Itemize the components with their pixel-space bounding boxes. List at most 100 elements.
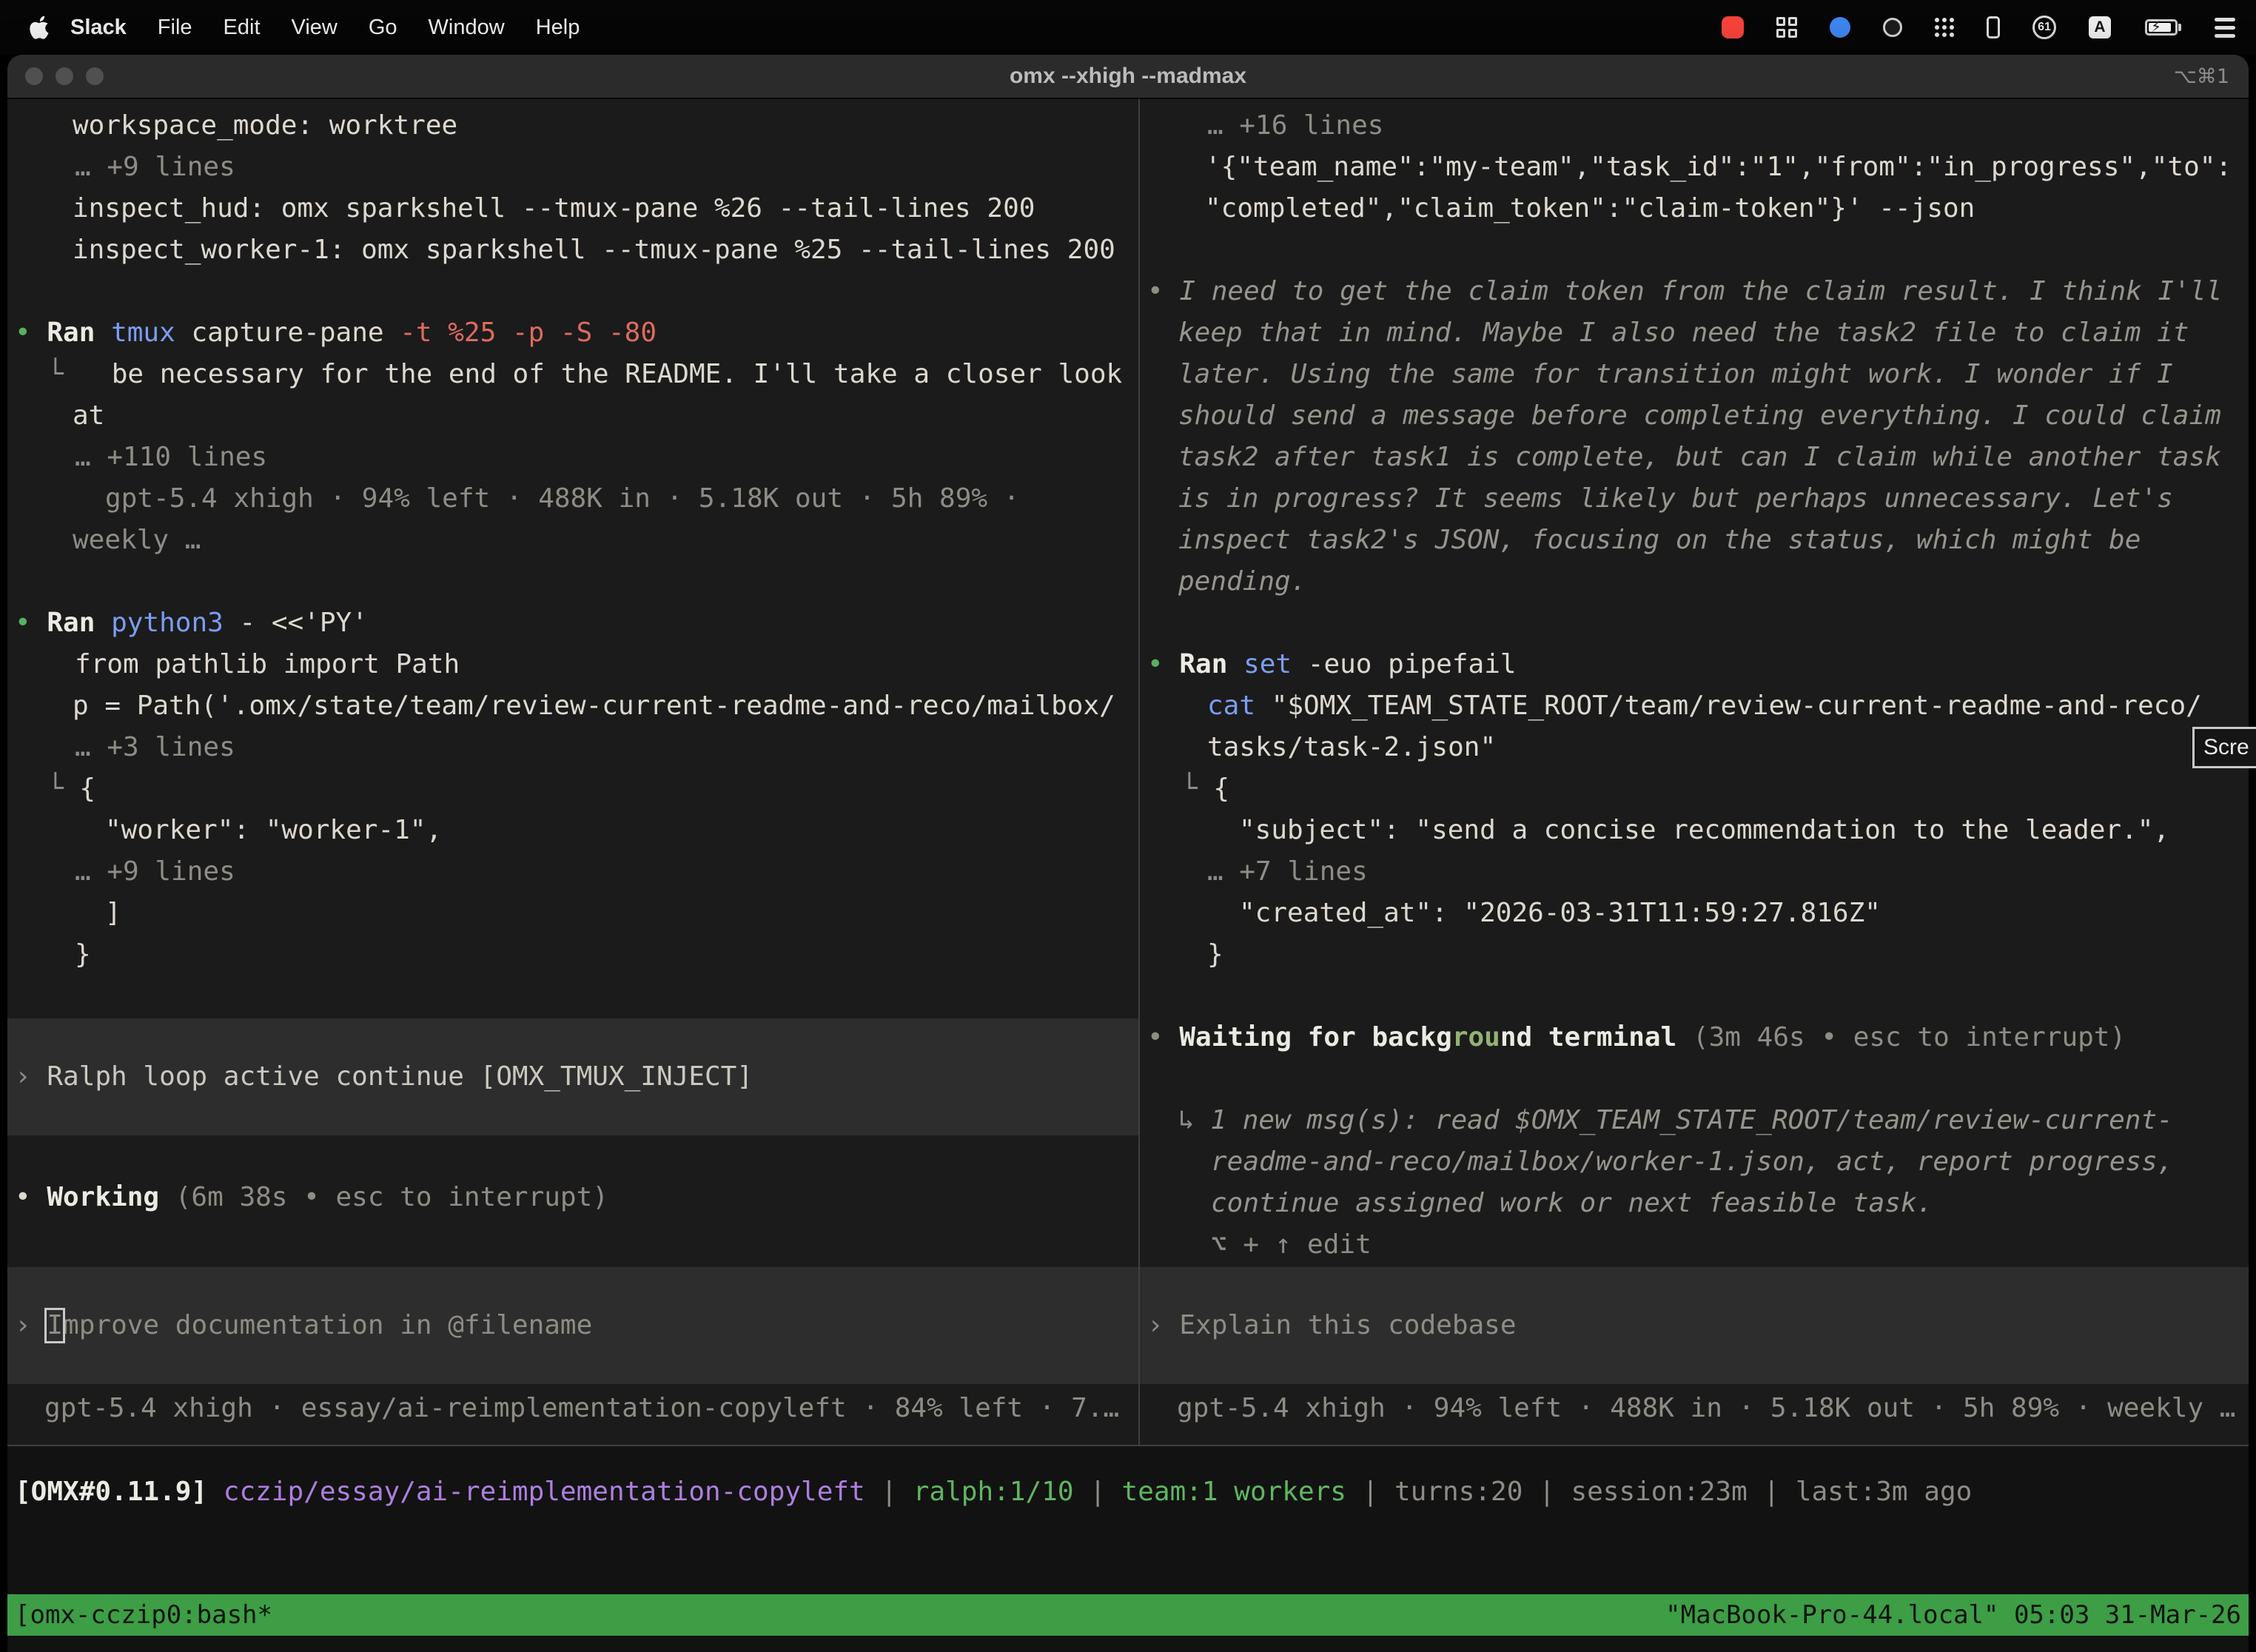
terminal-line: "completed","claim_token":"claim-token"}… bbox=[1140, 188, 2249, 229]
right-prompt-input[interactable]: › Explain this codebase bbox=[1140, 1267, 2249, 1384]
terminal-line: '{"team_name":"my-team","task_id":"1","f… bbox=[1140, 147, 2249, 188]
dots-grid-icon[interactable] bbox=[1935, 18, 1954, 37]
terminal-line bbox=[1140, 976, 2249, 1017]
terminal-line: └ { bbox=[1140, 768, 2249, 810]
terminal-line: readme-and-reco/mailbox/worker-1.json, a… bbox=[1140, 1141, 2249, 1183]
terminal-line: task2 after task1 is complete, but can I… bbox=[1140, 437, 2249, 478]
window-shortcut-hint: ⌥⌘1 bbox=[2174, 65, 2229, 88]
terminal-line: … +16 lines bbox=[1140, 105, 2249, 147]
apple-logo-icon[interactable] bbox=[30, 15, 50, 40]
terminal-line bbox=[1140, 602, 2249, 644]
left-pane-output: workspace_mode: worktree… +9 linesinspec… bbox=[7, 105, 1138, 976]
terminal-line: should send a message before completing … bbox=[1140, 395, 2249, 437]
terminal-line bbox=[7, 561, 1138, 602]
tmux-session-window: [omx-cczip0:bash* bbox=[15, 1594, 272, 1636]
tmux-panes: workspace_mode: worktree… +9 linesinspec… bbox=[7, 99, 2249, 1446]
input-source-icon[interactable]: A bbox=[2089, 16, 2111, 38]
charging-bolt-icon: ⚡ bbox=[2151, 18, 2161, 36]
tmux-status-bar: [omx-cczip0:bash* "MacBook-Pro-44.local"… bbox=[7, 1594, 2249, 1636]
terminal-line: … +7 lines bbox=[1140, 851, 2249, 893]
menu-bar-status-area: 61 A ⚡ bbox=[1722, 16, 2235, 39]
omx-team-workers: team:1 workers bbox=[1122, 1477, 1346, 1507]
terminal-line: "worker": "worker-1", bbox=[7, 810, 1138, 851]
terminal-line: } bbox=[1140, 934, 2249, 976]
terminal-line: "created_at": "2026-03-31T11:59:27.816Z" bbox=[1140, 893, 2249, 934]
terminal-line: ↳ 1 new msg(s): read $OMX_TEAM_STATE_ROO… bbox=[1140, 1100, 2249, 1141]
omx-ralph-counter: ralph:1/10 bbox=[913, 1477, 1074, 1507]
terminal-line: ] bbox=[7, 893, 1138, 934]
menu-go[interactable]: Go bbox=[353, 16, 413, 40]
terminal-line bbox=[7, 271, 1138, 312]
app-menu-slack[interactable]: Slack bbox=[55, 16, 142, 40]
terminal-window: omx --xhigh --madmax ⌥⌘1 workspace_mode:… bbox=[7, 55, 2249, 1652]
control-center-icon[interactable] bbox=[2215, 18, 2235, 38]
terminal-line: inspect_hud: omx sparkshell --tmux-pane … bbox=[7, 188, 1138, 229]
terminal-content: workspace_mode: worktree… +9 linesinspec… bbox=[7, 99, 2249, 1652]
right-pane-output: … +16 lines'{"team_name":"my-team","task… bbox=[1140, 105, 2249, 1266]
terminal-line: • Waiting for background terminal (3m 46… bbox=[1140, 1017, 2249, 1058]
terminal-line: inspect_worker-1: omx sparkshell --tmux-… bbox=[7, 229, 1138, 271]
text-cursor: I bbox=[47, 1305, 63, 1346]
terminal-line: • Ran python3 - <<'PY' bbox=[7, 602, 1138, 644]
terminal-line: • I need to get the claim token from the… bbox=[1140, 271, 2249, 312]
menu-edit[interactable]: Edit bbox=[208, 16, 276, 40]
terminal-line bbox=[1140, 1058, 2249, 1100]
terminal-line: inspect task2's JSON, focusing on the st… bbox=[1140, 520, 2249, 561]
window-title: omx --xhigh --madmax bbox=[7, 64, 2249, 89]
left-prompt-input-1[interactable]: › Ralph loop active continue [OMX_TMUX_I… bbox=[7, 1018, 1138, 1135]
terminal-line: … +9 lines bbox=[7, 147, 1138, 188]
omx-session-time: session:23m bbox=[1571, 1477, 1747, 1507]
terminal-line: gpt-5.4 xhigh · 94% left · 488K in · 5.1… bbox=[7, 478, 1138, 520]
omx-turns: turns:20 bbox=[1394, 1477, 1523, 1507]
left-prompt-input-2[interactable]: › Improve documentation in @filename bbox=[7, 1267, 1138, 1384]
menu-file[interactable]: File bbox=[142, 16, 208, 40]
terminal-line: gpt-5.4 xhigh · essay/ai-reimplementatio… bbox=[7, 1388, 1138, 1429]
blue-app-icon[interactable] bbox=[1830, 17, 1850, 38]
screen-overlay-button[interactable]: Scre bbox=[2192, 727, 2256, 768]
left-pane-status: • Working (6m 38s • esc to interrupt) bbox=[7, 1177, 1138, 1218]
right-terminal-pane[interactable]: … +16 lines'{"team_name":"my-team","task… bbox=[1140, 99, 2249, 1445]
terminal-line: p = Path('.omx/state/team/review-current… bbox=[7, 685, 1138, 727]
terminal-line: • Ran tmux capture-pane -t %25 -p -S -80 bbox=[7, 312, 1138, 354]
badge-61-icon[interactable]: 61 bbox=[2032, 16, 2056, 39]
terminal-line: └ be necessary for the end of the README… bbox=[7, 354, 1138, 395]
prompt-placeholder: Explain this codebase bbox=[1179, 1305, 1516, 1346]
terminal-line: • Working (6m 38s • esc to interrupt) bbox=[7, 1177, 1138, 1218]
omx-status-line: [OMX#0.11.9] cczip/essay/ai-reimplementa… bbox=[7, 1471, 2249, 1513]
terminal-line bbox=[1140, 229, 2249, 271]
terminal-line: … +110 lines bbox=[7, 437, 1138, 478]
prompt-chevron-icon: › bbox=[15, 1305, 47, 1346]
left-terminal-pane[interactable]: workspace_mode: worktree… +9 linesinspec… bbox=[7, 99, 1138, 1445]
terminal-line: "subject": "send a concise recommendatio… bbox=[1140, 810, 2249, 851]
terminal-line: … +9 lines bbox=[7, 851, 1138, 893]
menu-view[interactable]: View bbox=[276, 16, 353, 40]
iphone-mirroring-icon[interactable] bbox=[1987, 16, 2000, 38]
menu-help[interactable]: Help bbox=[520, 16, 596, 40]
omx-version: [OMX#0.11.9] bbox=[15, 1477, 207, 1507]
grid-icon[interactable] bbox=[1776, 17, 1797, 38]
menu-window[interactable]: Window bbox=[413, 16, 520, 40]
prompt-text: Ralph loop active continue [OMX_TMUX_INJ… bbox=[47, 1056, 753, 1098]
tmux-host-clock: "MacBook-Pro-44.local" 05:03 31-Mar-26 bbox=[1665, 1594, 2241, 1636]
prompt-chevron-icon: › bbox=[1147, 1305, 1179, 1346]
terminal-line: … +3 lines bbox=[7, 727, 1138, 768]
screen-recording-stop-icon[interactable] bbox=[1722, 16, 1744, 38]
terminal-line: continue assigned work or next feasible … bbox=[1140, 1183, 2249, 1224]
left-pane-footer: gpt-5.4 xhigh · essay/ai-reimplementatio… bbox=[7, 1388, 1138, 1429]
terminal-line: pending. bbox=[1140, 561, 2249, 602]
terminal-line: gpt-5.4 xhigh · 94% left · 488K in · 5.1… bbox=[1140, 1388, 2249, 1429]
omx-last-activity: last:3m ago bbox=[1796, 1477, 1972, 1507]
terminal-line: from pathlib import Path bbox=[7, 644, 1138, 685]
prompt-chevron-icon: › bbox=[15, 1056, 47, 1098]
terminal-line: cat "$OMX_TEAM_STATE_ROOT/team/review-cu… bbox=[1140, 685, 2249, 727]
battery-charging-icon[interactable]: ⚡ bbox=[2143, 19, 2182, 36]
ring-app-icon[interactable] bbox=[1883, 18, 1902, 37]
terminal-line: at bbox=[7, 395, 1138, 437]
prompt-placeholder: mprove documentation in @filename bbox=[63, 1305, 592, 1346]
terminal-line: • Ran set -euo pipefail bbox=[1140, 644, 2249, 685]
terminal-line: keep that in mind. Maybe I also need the… bbox=[1140, 312, 2249, 354]
right-pane-footer: gpt-5.4 xhigh · 94% left · 488K in · 5.1… bbox=[1140, 1388, 2249, 1429]
terminal-line: } bbox=[7, 934, 1138, 976]
window-titlebar[interactable]: omx --xhigh --madmax ⌥⌘1 bbox=[7, 55, 2249, 99]
terminal-line: tasks/task-2.json" bbox=[1140, 727, 2249, 768]
